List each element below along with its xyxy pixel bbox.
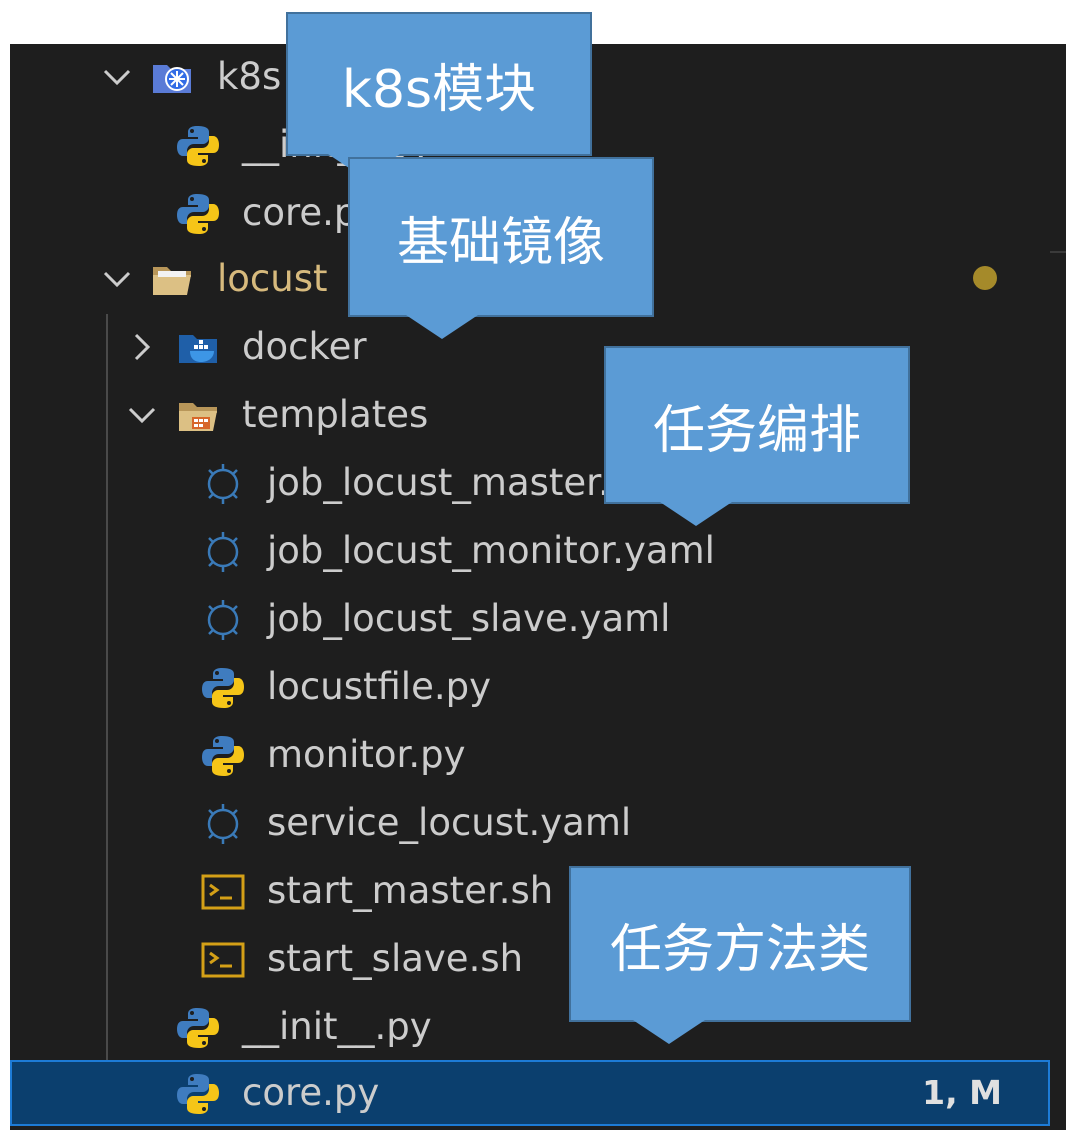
tree-item-locustfile-py[interactable]: locustfile.py: [10, 654, 1066, 720]
tree-item-label: templates: [242, 393, 429, 436]
docker-folder-icon: [176, 325, 222, 371]
python-file-icon: [200, 665, 246, 711]
shell-script-icon: [200, 869, 246, 915]
templates-folder-icon: [176, 393, 222, 439]
callout-k8s-module: k8s模块: [286, 12, 592, 182]
callout-base-image: 基础镜像: [348, 157, 654, 343]
tree-item-label: job_locust_monitor.yaml: [267, 529, 715, 572]
modified-dot-icon: [973, 266, 997, 290]
tree-item-label: job_locust_slave.yaml: [267, 597, 671, 640]
chevron-down-icon[interactable]: [97, 259, 137, 299]
kubernetes-folder-icon: [150, 55, 196, 101]
helm-icon: [200, 461, 246, 507]
tree-item-label: start_master.sh: [267, 869, 554, 912]
tree-item-label: locustfile.py: [267, 665, 491, 708]
callout-text: 任务编排: [652, 400, 861, 461]
callout-text: 基础镜像: [396, 212, 605, 273]
callout-task-method-class: 任务方法类: [569, 866, 911, 1048]
python-file-icon: [175, 191, 221, 237]
tree-item-label: k8s: [217, 55, 282, 98]
tree-item-label: monitor.py: [267, 733, 466, 776]
tree-item-service-locust[interactable]: service_locust.yaml: [10, 790, 1066, 856]
tree-item-job-locust-slave[interactable]: job_locust_slave.yaml: [10, 586, 1066, 652]
chevron-down-icon[interactable]: [122, 395, 162, 435]
callout-tail: [658, 502, 734, 530]
chevron-right-icon[interactable]: [122, 327, 162, 367]
python-file-icon: [175, 1071, 221, 1117]
folder-open-icon: [150, 257, 196, 303]
problems-modified-badge: 1, M: [922, 1073, 1002, 1112]
helm-icon: [200, 597, 246, 643]
callout-task-orchestration: 任务编排: [604, 346, 910, 530]
tree-item-label: core.py: [242, 1071, 380, 1114]
tree-item-monitor-py[interactable]: monitor.py: [10, 722, 1066, 788]
python-file-icon: [175, 123, 221, 169]
python-file-icon: [175, 1005, 221, 1051]
python-file-icon: [200, 733, 246, 779]
helm-icon: [200, 801, 246, 847]
tree-item-label: docker: [242, 325, 367, 368]
callout-tail: [404, 315, 480, 343]
helm-icon: [200, 529, 246, 575]
tree-item-label: __init__.py: [242, 1005, 432, 1048]
callout-text: k8s模块: [341, 59, 537, 120]
tree-item-locust-core-py[interactable]: core.py 1, M: [10, 1060, 1050, 1126]
shell-script-icon: [200, 937, 246, 983]
callout-tail: [631, 1020, 707, 1048]
chevron-down-icon[interactable]: [97, 57, 137, 97]
tree-item-job-locust-monitor[interactable]: job_locust_monitor.yaml: [10, 518, 1066, 584]
tree-item-label: start_slave.sh: [267, 937, 524, 980]
tree-item-label: locust: [217, 257, 328, 300]
tree-item-label: service_locust.yaml: [267, 801, 632, 844]
callout-text: 任务方法类: [609, 919, 870, 980]
